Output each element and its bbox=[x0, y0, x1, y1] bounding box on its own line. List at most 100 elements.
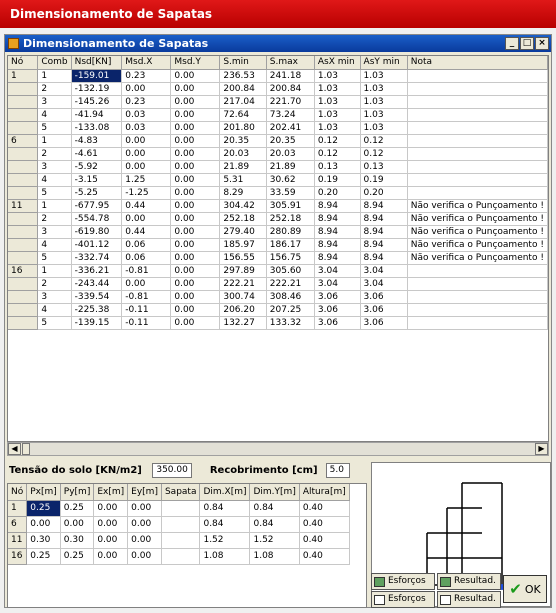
table-cell[interactable]: 4 bbox=[37, 238, 72, 252]
table-cell[interactable]: 0.25 bbox=[60, 548, 95, 565]
row-header-cell[interactable] bbox=[8, 186, 39, 200]
table-cell[interactable]: 5 bbox=[37, 251, 72, 265]
table-row[interactable]: 1 1 -159.01 0.23 0.00 236.53 241.18 1.03 1.03 bbox=[8, 69, 548, 83]
table-cell[interactable] bbox=[407, 290, 548, 304]
table-cell[interactable]: 0.00 bbox=[121, 160, 172, 174]
table-cell[interactable]: 0.00 bbox=[127, 548, 162, 565]
table-cell[interactable]: -554.78 bbox=[71, 212, 123, 226]
table-cell[interactable]: 4 bbox=[37, 108, 72, 122]
table-cell[interactable] bbox=[407, 69, 548, 83]
table-cell[interactable]: 133.32 bbox=[266, 316, 315, 330]
table-cell[interactable] bbox=[407, 160, 548, 174]
table-cell[interactable]: 280.89 bbox=[266, 225, 315, 239]
table-row[interactable]: 6 0.00 0.00 0.00 0.00 0.84 0.84 0.40 bbox=[8, 516, 350, 533]
table-row[interactable]: 2 -132.19 0.00 0.00 200.84 200.84 1.03 1.03 bbox=[8, 82, 548, 96]
column-header[interactable]: Px[m] bbox=[26, 484, 61, 501]
table-cell[interactable]: 1.03 bbox=[360, 82, 408, 96]
column-header[interactable]: Ey[m] bbox=[127, 484, 162, 501]
table-cell[interactable]: -4.61 bbox=[71, 147, 123, 161]
table-cell[interactable]: 0.12 bbox=[314, 147, 361, 161]
table-cell[interactable]: 0.00 bbox=[121, 277, 172, 291]
table-cell[interactable]: 0.00 bbox=[170, 251, 221, 265]
table-cell[interactable]: 0.84 bbox=[199, 500, 251, 517]
table-cell[interactable] bbox=[161, 516, 201, 533]
table-cell[interactable]: 3.06 bbox=[314, 316, 361, 330]
row-header-cell[interactable]: 1 bbox=[8, 69, 39, 83]
table-cell[interactable]: 0.00 bbox=[121, 147, 172, 161]
table-cell[interactable]: -132.19 bbox=[71, 82, 123, 96]
row-header-cell[interactable] bbox=[8, 82, 39, 96]
table-cell[interactable]: 2 bbox=[37, 277, 72, 291]
table-cell[interactable]: -1.25 bbox=[121, 186, 172, 200]
table-cell[interactable]: 0.00 bbox=[170, 199, 221, 213]
row-header-cell[interactable] bbox=[8, 212, 39, 226]
table-cell[interactable]: 0.40 bbox=[299, 548, 350, 565]
row-header-cell[interactable] bbox=[8, 108, 39, 122]
table-cell[interactable]: 2 bbox=[37, 212, 72, 226]
table-cell[interactable]: 20.03 bbox=[219, 147, 267, 161]
column-header[interactable]: Altura[m] bbox=[299, 484, 350, 501]
resultados-button-2[interactable]: Resultad. bbox=[437, 591, 501, 608]
table-cell[interactable]: -41.94 bbox=[71, 108, 123, 122]
column-header[interactable]: Nota bbox=[407, 56, 548, 70]
row-header-cell[interactable] bbox=[8, 238, 39, 252]
table-row[interactable]: 11 0.30 0.30 0.00 0.00 1.52 1.52 0.40 bbox=[8, 532, 350, 549]
table-cell[interactable]: 0.00 bbox=[170, 147, 221, 161]
table-cell[interactable]: 8.94 bbox=[360, 225, 408, 239]
table-cell[interactable]: -4.83 bbox=[71, 134, 123, 148]
scroll-track[interactable] bbox=[30, 443, 535, 455]
table-cell[interactable]: 1.08 bbox=[249, 548, 300, 565]
table-cell[interactable]: 0.25 bbox=[26, 548, 61, 565]
table-cell[interactable]: 0.00 bbox=[93, 532, 129, 549]
table-cell[interactable]: 305.60 bbox=[266, 264, 315, 278]
table-cell[interactable]: 0.23 bbox=[121, 69, 172, 83]
table-cell[interactable]: 8.94 bbox=[360, 238, 408, 252]
table-cell[interactable]: 3 bbox=[37, 225, 72, 239]
row-header-cell[interactable]: 16 bbox=[8, 548, 28, 565]
table-cell[interactable]: 0.25 bbox=[60, 500, 95, 517]
table-cell[interactable]: 300.74 bbox=[219, 290, 267, 304]
table-cell[interactable]: 0.00 bbox=[170, 238, 221, 252]
row-header-cell[interactable] bbox=[8, 303, 39, 317]
table-cell[interactable]: 0.00 bbox=[93, 548, 129, 565]
table-cell[interactable]: 252.18 bbox=[266, 212, 315, 226]
cover-input[interactable]: 5.0 bbox=[325, 462, 350, 478]
table-cell[interactable]: 0.20 bbox=[360, 186, 408, 200]
table-cell[interactable]: 0.00 bbox=[170, 134, 221, 148]
table-cell[interactable]: -133.08 bbox=[71, 121, 123, 135]
table-cell[interactable]: 241.18 bbox=[266, 69, 315, 83]
table-cell[interactable]: 305.91 bbox=[266, 199, 315, 213]
close-button[interactable]: × bbox=[535, 37, 549, 50]
table-cell[interactable]: 0.23 bbox=[121, 95, 172, 109]
row-header-cell[interactable]: 11 bbox=[8, 532, 28, 549]
table-cell[interactable]: 308.46 bbox=[266, 290, 315, 304]
table-cell[interactable]: 3.04 bbox=[360, 277, 408, 291]
table-cell[interactable] bbox=[407, 173, 548, 187]
row-header-cell[interactable] bbox=[8, 121, 39, 135]
table-row[interactable]: 1 0.25 0.25 0.00 0.00 0.84 0.84 0.40 bbox=[8, 500, 350, 517]
table-cell[interactable] bbox=[407, 186, 548, 200]
table-cell[interactable]: -5.92 bbox=[71, 160, 123, 174]
table-cell[interactable]: 0.25 bbox=[26, 500, 61, 517]
table-cell[interactable]: 0.12 bbox=[360, 147, 408, 161]
table-cell[interactable]: 4 bbox=[37, 173, 72, 187]
table-cell[interactable]: Não verifica o Punçoamento ! bbox=[407, 199, 548, 213]
table-cell[interactable]: 0.00 bbox=[170, 173, 221, 187]
table-cell[interactable]: 186.17 bbox=[266, 238, 315, 252]
table-cell[interactable]: 5 bbox=[37, 316, 72, 330]
table-cell[interactable]: 0.20 bbox=[314, 186, 361, 200]
table-cell[interactable]: 8.94 bbox=[360, 212, 408, 226]
table-cell[interactable]: 1.52 bbox=[249, 532, 300, 549]
table-cell[interactable]: 1.52 bbox=[199, 532, 251, 549]
table-row[interactable]: 3 -619.80 0.44 0.00 279.40 280.89 8.94 8.94 Não … bbox=[8, 225, 548, 239]
table-cell[interactable]: -401.12 bbox=[71, 238, 123, 252]
table-cell[interactable]: 20.35 bbox=[266, 134, 315, 148]
table-cell[interactable]: 1 bbox=[37, 264, 72, 278]
table-row[interactable]: 16 0.25 0.25 0.00 0.00 1.08 1.08 0.40 bbox=[8, 548, 350, 565]
column-header[interactable]: Py[m] bbox=[60, 484, 95, 501]
table-cell[interactable] bbox=[407, 303, 548, 317]
table-cell[interactable]: 1.03 bbox=[314, 121, 361, 135]
column-header[interactable]: Nó bbox=[8, 484, 28, 501]
table-cell[interactable]: Não verifica o Punçoamento ! bbox=[407, 251, 548, 265]
table-cell[interactable]: -0.81 bbox=[121, 264, 172, 278]
